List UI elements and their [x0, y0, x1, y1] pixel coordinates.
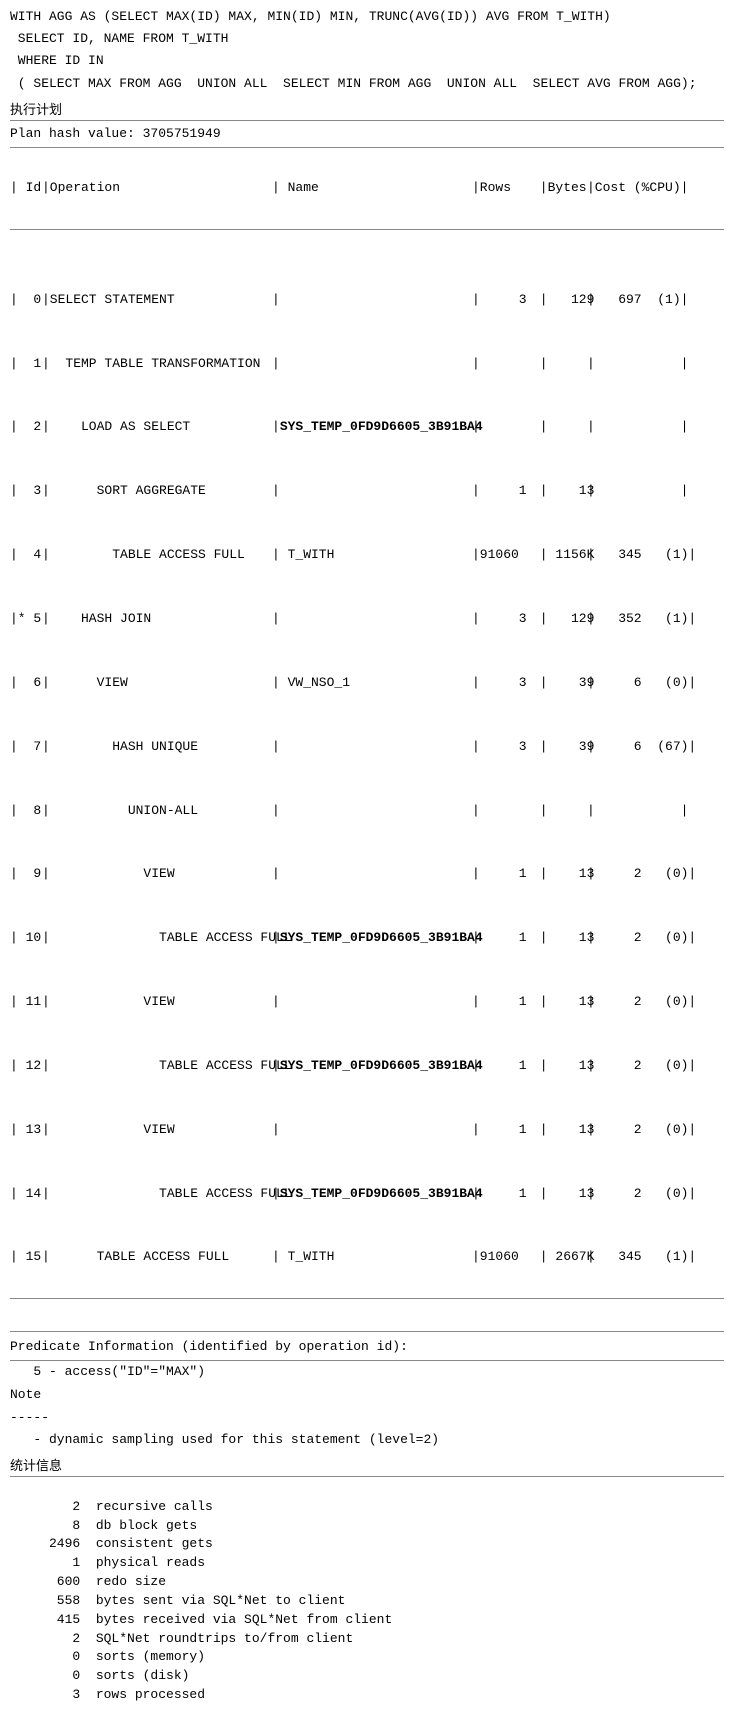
plan-row-14: | 14 | TABLE ACCESS FULL |SYS_TEMP_0FD9D…	[10, 1185, 724, 1204]
plan-row-9: | 9 | VIEW | | 1 | 13 | 2 (0)|	[10, 865, 724, 884]
sql-line2: SELECT ID, NAME FROM T_WITH	[10, 30, 724, 48]
plan-row-6: | 6 | VIEW | VW_NSO_1 | 3 | 39 | 6 (0)|	[10, 674, 724, 693]
predicate-section: Predicate Information (identified by ope…	[10, 1338, 724, 1449]
stats-content: 2 recursive calls 8 db block gets 2496 c…	[10, 1479, 724, 1705]
stats-divider	[10, 1476, 724, 1477]
col-bytes: |Bytes	[532, 179, 587, 198]
table-bottom-divider	[10, 1298, 724, 1299]
plan-row-2: | 2 | LOAD AS SELECT |SYS_TEMP_0FD9D6605…	[10, 418, 724, 437]
predicate-content: 5 - access("ID"="MAX")	[10, 1363, 724, 1382]
predicate-title: Predicate Information (identified by ope…	[10, 1338, 724, 1356]
stats-title: 统计信息	[10, 1455, 724, 1474]
execution-plan-title: 执行计划	[10, 99, 724, 118]
sql-line4: ( SELECT MAX FROM AGG UNION ALL SELECT M…	[10, 75, 724, 93]
plan-hash: Plan hash value: 3705751949	[10, 125, 724, 143]
plan-row-7: | 7 | HASH UNIQUE | | 3 | 39 | 6 (67)|	[10, 738, 724, 757]
col-cost: |Cost (%CPU)|	[587, 179, 688, 198]
plan-row-13: | 13 | VIEW | | 1 | 13 | 2 (0)|	[10, 1121, 724, 1140]
header-divider	[10, 229, 724, 230]
plan-table-border-top: | Id |Operation | Name |Rows |Bytes |Cos…	[10, 147, 724, 1332]
sql-line1: WITH AGG AS (SELECT MAX(ID) MAX, MIN(ID)…	[10, 8, 724, 26]
note-label: Note	[10, 1386, 724, 1404]
plan-row-8: | 8 | UNION-ALL | | | | |	[10, 802, 724, 821]
plan-row-0: | 0 |SELECT STATEMENT | | 3 | 129 | 697 …	[10, 291, 724, 310]
plan-row-15: | 15 | TABLE ACCESS FULL | T_WITH |91060…	[10, 1248, 724, 1267]
plan-row-3: | 3 | SORT AGGREGATE | | 1 | 13 | |	[10, 482, 724, 501]
plan-row-5: |* 5 | HASH JOIN | | 3 | 129 | 352 (1)|	[10, 610, 724, 629]
col-id: | Id	[10, 179, 42, 198]
plan-row-10: | 10 | TABLE ACCESS FULL |SYS_TEMP_0FD9D…	[10, 929, 724, 948]
note-divider-text: -----	[10, 1409, 724, 1427]
stats-section: 统计信息 2 recursive calls 8 db block gets 2…	[10, 1455, 724, 1705]
predicate-divider	[10, 1360, 724, 1361]
col-operation: |Operation	[42, 179, 272, 198]
plan-header-row: | Id |Operation | Name |Rows |Bytes |Cos…	[10, 179, 724, 198]
col-rows: |Rows	[472, 179, 532, 198]
sql-block: WITH AGG AS (SELECT MAX(ID) MAX, MIN(ID)…	[10, 8, 724, 93]
plan-table-container: | Id |Operation | Name |Rows |Bytes |Cos…	[10, 147, 724, 1332]
top-divider	[10, 120, 724, 121]
plan-row-4: | 4 | TABLE ACCESS FULL | T_WITH |91060 …	[10, 546, 724, 565]
note-content: - dynamic sampling used for this stateme…	[10, 1431, 724, 1449]
sql-line3: WHERE ID IN	[10, 52, 724, 70]
col-name: | Name	[272, 179, 472, 198]
plan-row-12: | 12 | TABLE ACCESS FULL |SYS_TEMP_0FD9D…	[10, 1057, 724, 1076]
plan-row-11: | 11 | VIEW | | 1 | 13 | 2 (0)|	[10, 993, 724, 1012]
plan-row-1: | 1 | TEMP TABLE TRANSFORMATION | | | | …	[10, 355, 724, 374]
